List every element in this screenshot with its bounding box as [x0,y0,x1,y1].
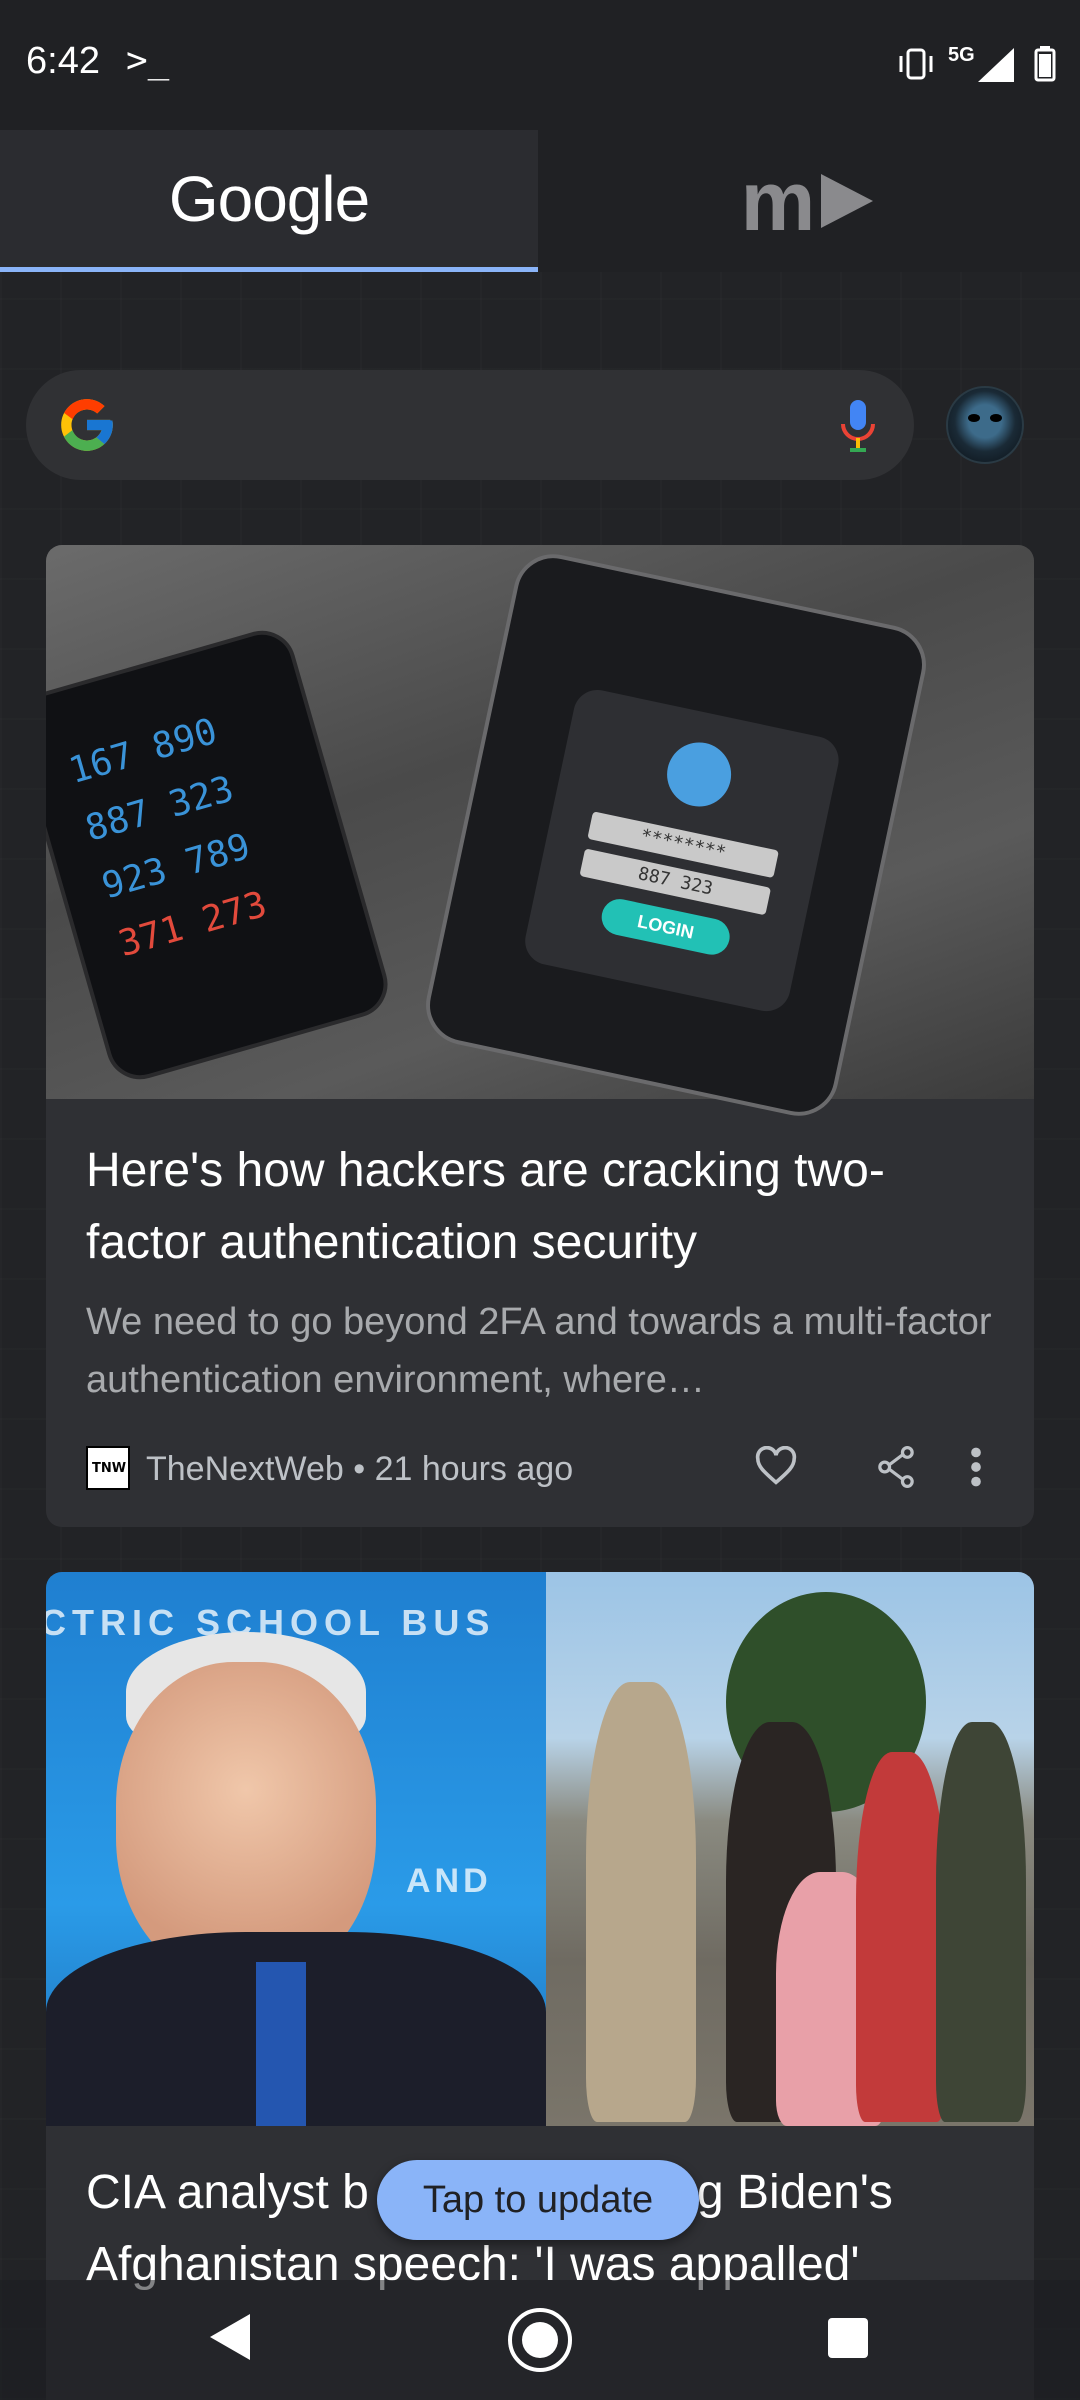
tap-to-update-button[interactable]: Tap to update [377,2160,699,2240]
top-tabs: Google m [0,130,1080,272]
back-icon[interactable] [206,2312,254,2362]
login-panel: ******** 887 323 LOGIN [520,685,844,1016]
phone-illustration: 167 890 887 323 923 789 371 273 [46,622,396,1088]
meta-separator: • [353,1450,366,1488]
network-type-label: 5G [948,44,975,66]
vibrate-icon [899,48,933,80]
status-bar: 6:42 >_ 5G [0,0,1080,130]
home-icon[interactable] [508,2308,572,2372]
image-sign-text: AND [406,1862,492,1900]
image-figure [586,1682,696,2122]
account-avatar[interactable] [946,386,1024,464]
article-image: CTRIC SCHOOL BUS AND [46,1572,1034,2126]
google-g-icon [61,399,113,451]
recents-icon[interactable] [828,2318,868,2358]
tab-google-label: Google [168,162,370,235]
source-logo-text: TNW [92,1461,127,1476]
phone-illustration: ******** 887 323 LOGIN [418,546,934,1124]
image-right-panel [546,1572,1034,2126]
source-name: TheNextWeb [146,1450,344,1488]
image-figure [856,1752,946,2122]
tab-google[interactable]: Google [0,130,538,272]
battery-icon [1034,46,1056,82]
image-login-button: LOGIN [598,895,733,958]
search-bar[interactable] [26,370,914,480]
news-card[interactable]: 167 890 887 323 923 789 371 273 ********… [46,545,1034,1527]
share-icon[interactable] [876,1446,916,1488]
play-arrow-icon [821,174,874,228]
image-left-panel: CTRIC SCHOOL BUS AND [46,1572,546,2126]
news-card[interactable]: CTRIC SCHOOL BUS AND CIA analyst b C for… [46,1572,1034,2400]
article-source-row: TNW TheNextWeb • 21 hours ago [86,1442,996,1492]
tab-m[interactable]: m [538,130,1080,272]
article-image: 167 890 887 323 923 789 371 273 ********… [46,545,1034,1124]
article-title[interactable]: Here's how hackers are cracking two-fact… [86,1135,996,1279]
user-icon [661,736,738,813]
article-time: 21 hours ago [374,1450,574,1488]
navigation-bar [0,2280,1080,2400]
mic-icon[interactable] [838,398,878,454]
article-snippet: We need to go beyond 2FA and towards a m… [86,1301,992,1401]
terminal-icon: >_ [126,40,170,81]
heart-icon[interactable] [754,1446,798,1486]
image-figure [936,1722,1026,2122]
status-time: 6:42 [26,40,100,82]
more-vert-icon[interactable] [966,1446,986,1488]
source-logo: TNW [86,1446,130,1490]
source-meta: TheNextWeb • 21 hours ago [146,1450,573,1489]
cell-signal-icon [978,48,1014,82]
image-figure [256,1962,306,2126]
tab-m-label: m [740,153,816,248]
